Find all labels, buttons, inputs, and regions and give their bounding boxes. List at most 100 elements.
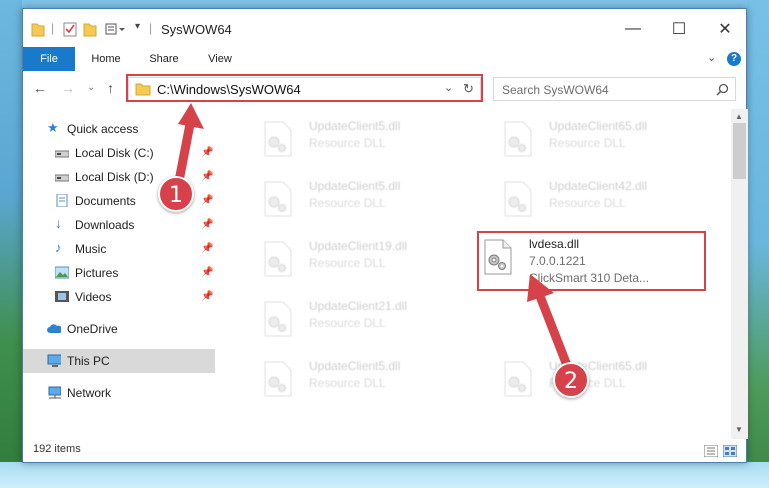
file-name: UpdateClient5.dll	[309, 119, 401, 133]
step-badge-1: 1	[158, 176, 194, 212]
properties-icon[interactable]	[63, 21, 77, 37]
maximize-button[interactable]: ☐	[656, 15, 702, 43]
sidebar-item-label: OneDrive	[67, 322, 118, 336]
file-tile[interactable]: UpdateClient5.dll Resource DLL	[243, 115, 468, 163]
scroll-down-icon[interactable]: ▼	[735, 425, 743, 434]
sidebar-item-videos[interactable]: Videos 📌	[23, 285, 215, 309]
minimize-icon: —	[625, 20, 641, 37]
file-tile[interactable]: UpdateClient65.dllResource DLL	[483, 355, 708, 403]
tab-home[interactable]: Home	[81, 47, 131, 71]
folder-icon	[31, 23, 45, 37]
tab-share[interactable]: Share	[139, 47, 189, 71]
title-bar: | ▾ | SysWOW64 — ☐ ✕	[23, 9, 746, 47]
search-input[interactable]: Search SysWOW64	[493, 77, 736, 101]
computer-icon	[47, 354, 61, 367]
sidebar-item-label: Music	[75, 242, 107, 256]
file-description: Resource DLL	[549, 196, 626, 210]
details-view-icon[interactable]	[704, 445, 718, 457]
sidebar-item-onedrive[interactable]: OneDrive	[23, 317, 215, 341]
step-badge-2: 2	[553, 362, 589, 398]
file-name: UpdateClient42.dll	[549, 179, 648, 193]
pictures-icon	[55, 266, 69, 279]
title-separator: |	[149, 21, 153, 35]
cloud-icon	[47, 324, 61, 333]
file-name: UpdateClient19.dll	[309, 239, 408, 253]
close-button[interactable]: ✕	[702, 15, 748, 43]
file-tile[interactable]: UpdateClient5.dll Resource DLL	[243, 355, 468, 403]
documents-icon	[56, 194, 68, 207]
dll-file-icon	[264, 241, 292, 277]
vertical-scrollbar[interactable]: ▲ ▼	[731, 109, 748, 439]
expand-ribbon-icon[interactable]: ⌄	[707, 51, 716, 64]
file-description: Resource DLL	[309, 316, 386, 330]
drive-icon	[55, 150, 69, 158]
dll-file-icon	[264, 181, 292, 217]
star-icon: ★	[47, 120, 59, 135]
pin-icon[interactable]: 📌	[201, 291, 213, 302]
sidebar-item-local-disk-c[interactable]: Local Disk (C:) 📌	[23, 141, 215, 165]
file-name: UpdateClient5.dll	[309, 359, 401, 373]
file-tile[interactable]: UpdateClient65.dllResource DLL	[483, 115, 708, 163]
item-count: 192 items	[33, 443, 81, 455]
title-separator: |	[51, 21, 55, 35]
pin-icon[interactable]: 📌	[201, 147, 213, 158]
music-icon: ♪	[55, 240, 62, 255]
file-tile[interactable]: UpdateClient21.dll Resource DLL	[243, 295, 468, 343]
tab-file[interactable]: File	[23, 47, 75, 71]
new-folder-icon[interactable]	[83, 21, 97, 37]
up-arrow-icon[interactable]: ↑	[107, 80, 114, 96]
window-title: SysWOW64	[161, 22, 232, 37]
help-icon[interactable]: ?	[727, 52, 741, 66]
file-description: Resource DLL	[549, 136, 626, 150]
large-icons-view-icon[interactable]	[723, 445, 737, 457]
customize-toolbar-icon[interactable]	[105, 21, 127, 37]
search-icon	[716, 83, 729, 96]
dll-file-icon	[504, 181, 532, 217]
sidebar-item-quick-access[interactable]: ★ Quick access	[23, 117, 215, 141]
close-icon: ✕	[718, 21, 732, 38]
quick-access-dropdown-icon[interactable]: ▾	[135, 21, 140, 37]
pin-icon[interactable]: 📌	[201, 243, 213, 254]
sidebar-item-label: Documents	[75, 194, 136, 208]
sidebar-item-pictures[interactable]: Pictures 📌	[23, 261, 215, 285]
back-arrow-icon[interactable]: ←	[33, 80, 47, 96]
pin-icon[interactable]: 📌	[201, 219, 213, 230]
file-tile[interactable]: UpdateClient42.dll Resource DLL	[483, 175, 708, 223]
pin-icon[interactable]: 📌	[201, 267, 213, 278]
sidebar-item-this-pc[interactable]: This PC	[23, 349, 215, 373]
tab-view[interactable]: View	[197, 47, 243, 71]
file-highlight-box	[477, 231, 706, 291]
status-bar: 192 items	[23, 439, 746, 463]
sidebar-item-label: This PC	[67, 354, 110, 368]
network-icon	[48, 386, 61, 399]
file-tile[interactable]: UpdateClient5.dll Resource DLL	[243, 175, 468, 223]
minimize-button[interactable]: —	[610, 15, 656, 43]
sidebar-item-downloads[interactable]: ↓ Downloads 📌	[23, 213, 215, 237]
sidebar-item-label: Local Disk (D:)	[75, 170, 154, 184]
sidebar-item-label: Quick access	[67, 122, 139, 136]
scroll-up-icon[interactable]: ▲	[735, 112, 743, 121]
file-description: Resource DLL	[309, 136, 386, 150]
dll-file-icon	[264, 361, 292, 397]
scroll-thumb[interactable]	[733, 123, 746, 179]
sidebar-item-network[interactable]: Network	[23, 381, 215, 405]
sidebar-item-label: Pictures	[75, 266, 119, 280]
search-placeholder: Search SysWOW64	[502, 83, 609, 97]
desktop-background-left	[0, 0, 22, 488]
ribbon-tabs: File Home Share View ⌄ ?	[23, 47, 746, 71]
pin-icon[interactable]: 📌	[201, 195, 213, 206]
recent-locations-icon[interactable]: ⌄	[87, 82, 95, 93]
file-tile[interactable]: UpdateClient19.dll Resource DLL	[243, 235, 468, 283]
sidebar-item-label: Downloads	[75, 218, 135, 232]
sidebar-item-label: Videos	[75, 290, 112, 304]
desktop-background-right	[747, 0, 769, 488]
file-explorer-window: | ▾ | SysWOW64 — ☐ ✕ File Home Share Vie…	[22, 8, 748, 463]
forward-arrow-icon[interactable]: →	[61, 80, 75, 96]
file-description: Resource DLL	[309, 196, 386, 210]
dll-file-icon	[504, 121, 532, 157]
sidebar-item-label: Local Disk (C:)	[75, 146, 154, 160]
sidebar-item-music[interactable]: ♪ Music 📌	[23, 237, 215, 261]
dll-file-icon	[504, 361, 532, 397]
download-icon: ↓	[55, 215, 62, 231]
pin-icon[interactable]: 📌	[201, 171, 213, 182]
